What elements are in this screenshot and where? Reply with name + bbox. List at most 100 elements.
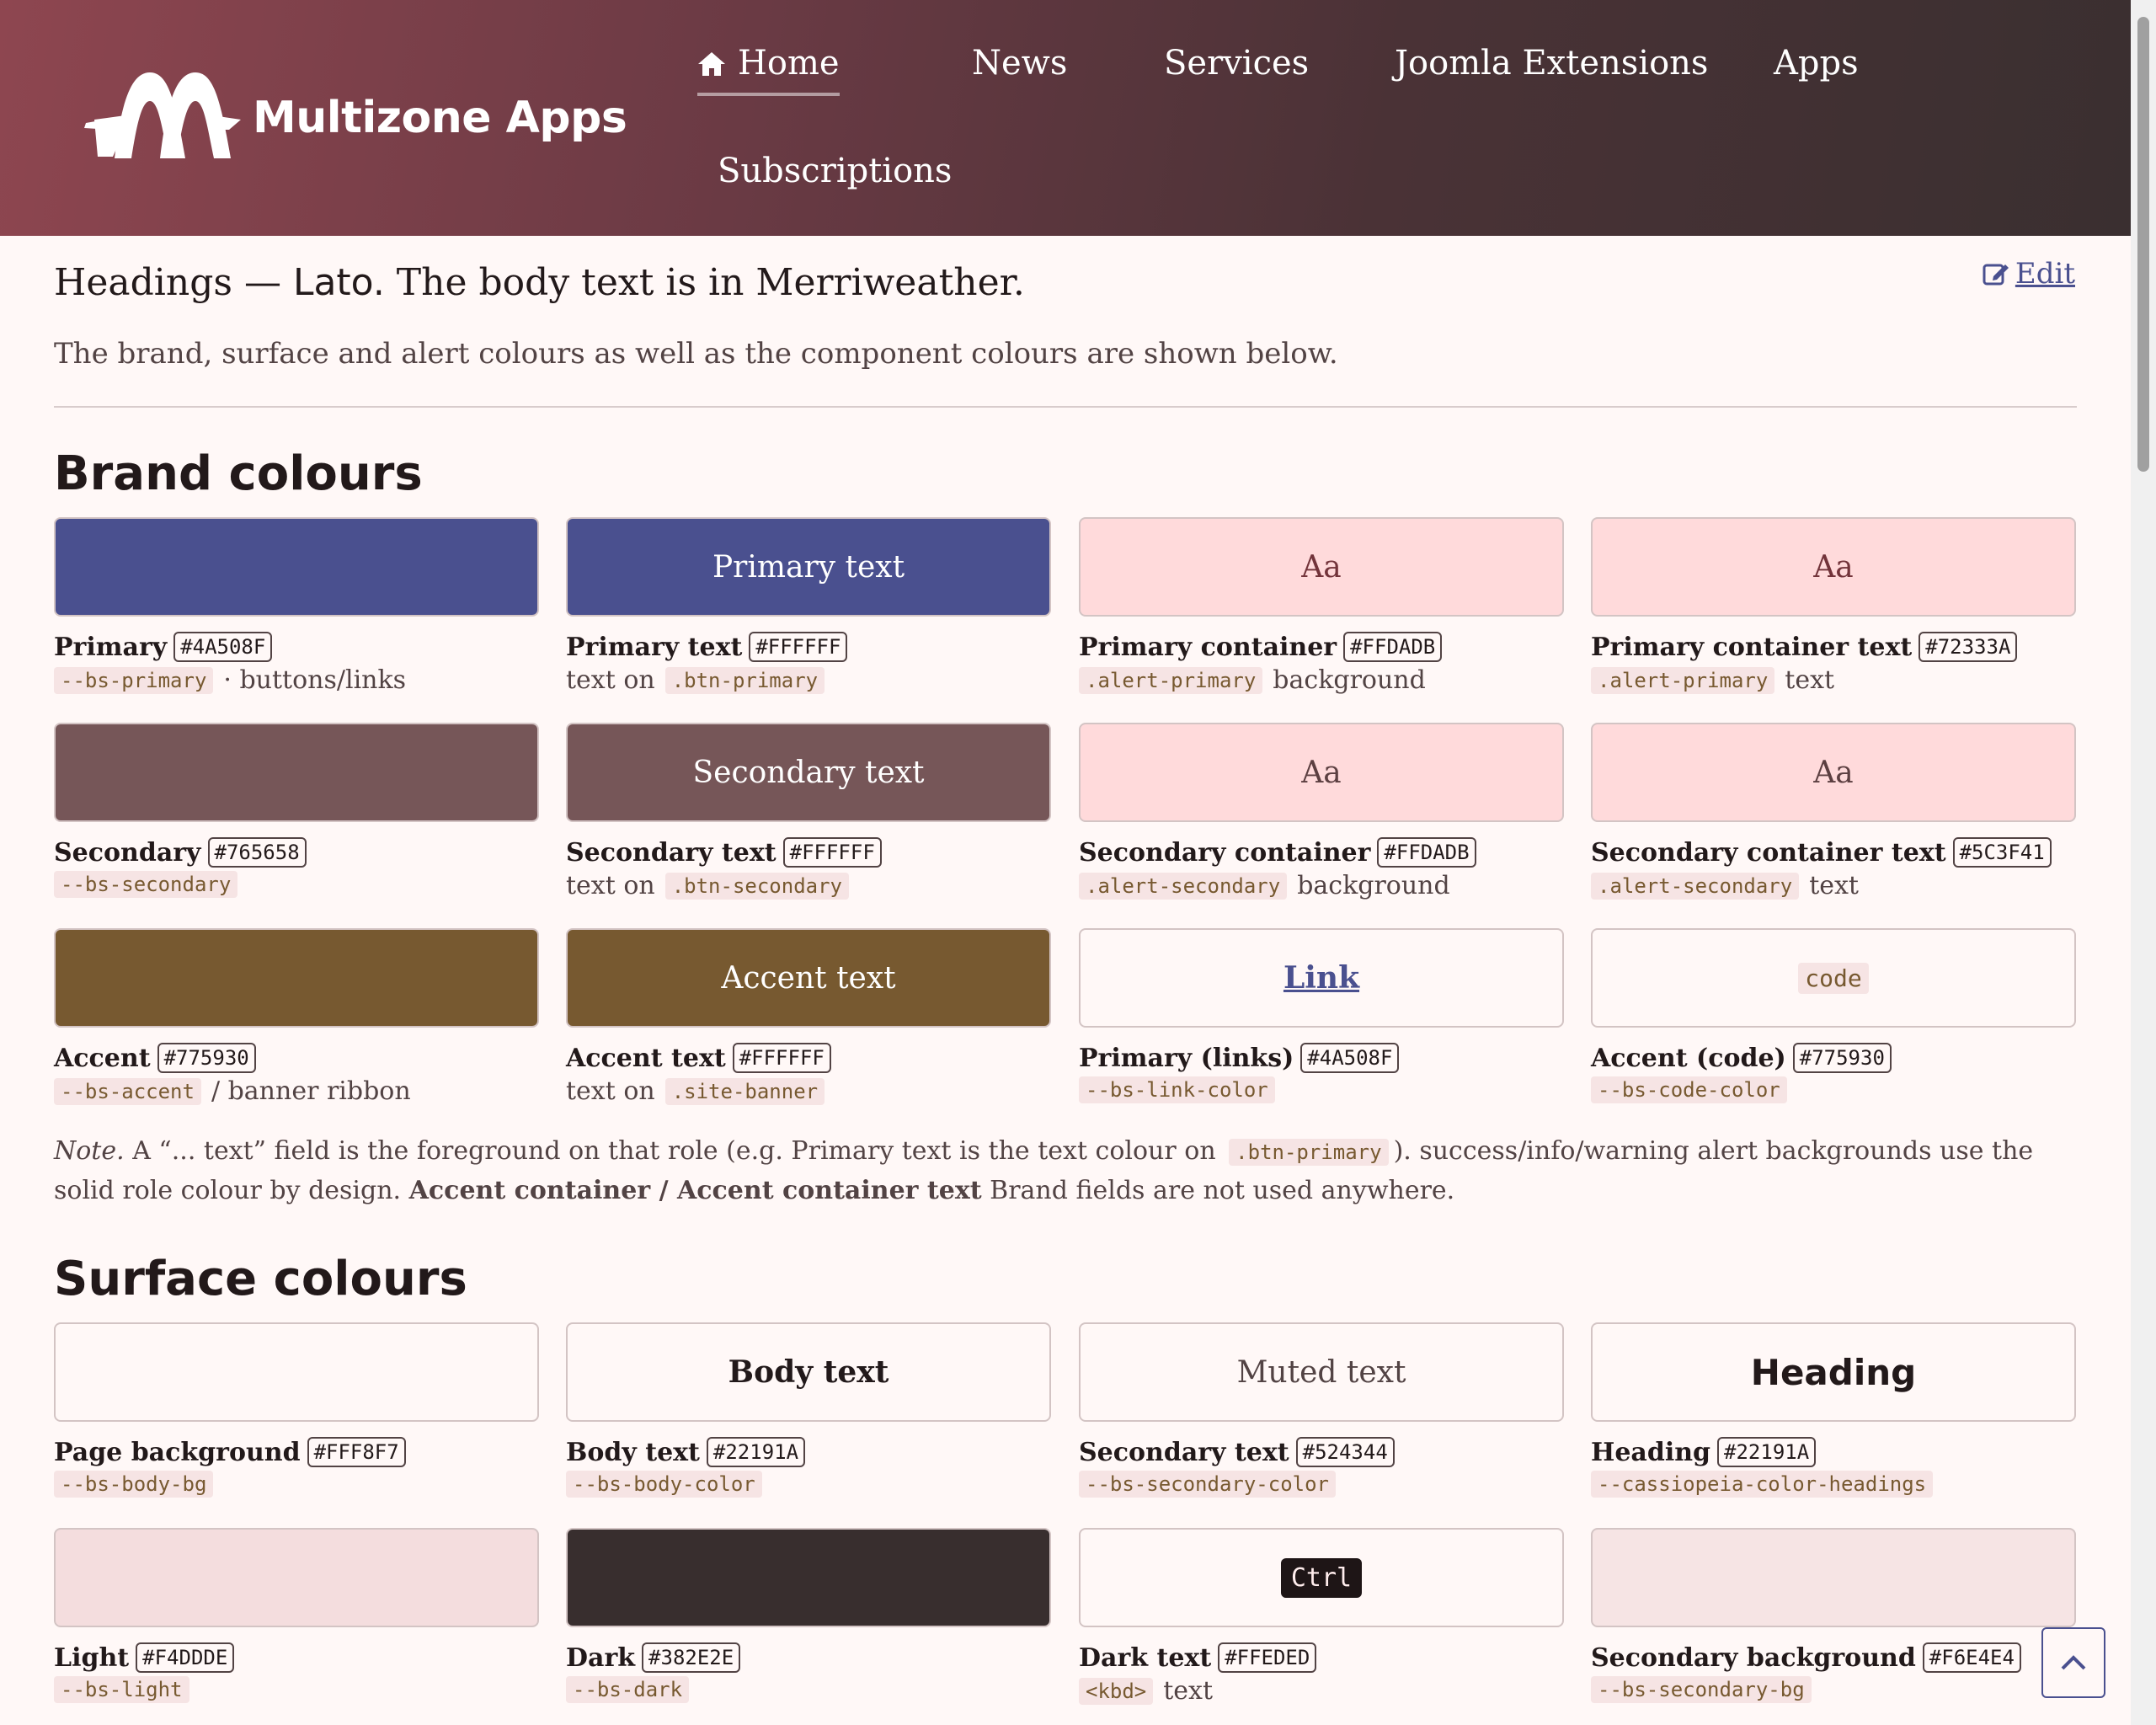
swatch-label: Primary (links) #4A508F xyxy=(1079,1043,1400,1073)
swatch-sample: Heading xyxy=(1750,1351,1917,1393)
hex-badge: #FFDADB xyxy=(1377,837,1476,868)
hex-badge: #22191A xyxy=(1717,1437,1817,1467)
swatch-name: Light xyxy=(54,1642,130,1673)
swatch-sample: Primary text xyxy=(712,549,905,585)
css-token: .alert-secondary xyxy=(1591,872,1800,900)
swatch-name: Accent (code) xyxy=(1591,1043,1786,1073)
swatch-usage: .alert-secondary text xyxy=(1591,871,1859,900)
swatch-usage: --bs-dark xyxy=(566,1676,699,1703)
hex-badge: #5C3F41 xyxy=(1952,837,2052,868)
hex-badge: #F4DDDE xyxy=(136,1642,235,1673)
swatch-name: Primary (links) xyxy=(1079,1043,1294,1073)
swatch-label: Dark text #FFEDED xyxy=(1079,1642,1317,1673)
css-token: --bs-secondary xyxy=(54,871,238,898)
edit-link[interactable]: Edit xyxy=(1982,257,2075,291)
hex-badge: #FFFFFF xyxy=(749,632,848,662)
css-token: --cassiopeia-color-headings xyxy=(1591,1471,1934,1498)
hex-badge: #4A508F xyxy=(173,632,273,662)
css-token: --bs-body-bg xyxy=(54,1471,214,1498)
swatch-accent-code: code xyxy=(1591,928,2076,1028)
swatch-usage: .alert-secondary background xyxy=(1079,871,1450,900)
swatch-name: Primary text xyxy=(566,632,743,662)
swatch-label: Dark #382E2E xyxy=(566,1642,741,1673)
nav-home[interactable]: Home xyxy=(697,44,840,96)
usage-prefix: text on xyxy=(566,1076,655,1106)
nav-news[interactable]: News xyxy=(972,44,1067,83)
hex-badge: #FFEDED xyxy=(1218,1642,1317,1673)
swatch-name: Page background xyxy=(54,1437,301,1467)
swatch-label: Heading #22191A xyxy=(1591,1437,1817,1467)
css-token: <kbd> xyxy=(1079,1677,1154,1705)
nav-apps[interactable]: Apps xyxy=(1774,44,1859,83)
swatch-accent-text: Accent text xyxy=(566,928,1051,1028)
css-token: --bs-accent xyxy=(54,1077,201,1105)
swatch-usage: text on .btn-secondary xyxy=(566,871,859,900)
swatch-secondary-text: Muted text xyxy=(1079,1322,1564,1422)
nav-joomla-extensions[interactable]: Joomla Extensions xyxy=(1395,44,1708,83)
note-bold: Accent container / Accent container text xyxy=(408,1176,982,1205)
swatch-sample: Accent text xyxy=(721,960,896,996)
swatch-sample: Aa xyxy=(1813,755,1854,790)
swatch-sample[interactable]: Link xyxy=(1283,960,1359,996)
swatch-accent xyxy=(54,928,539,1028)
hex-badge: #F6E4E4 xyxy=(1922,1642,2021,1673)
swatch-label: Light #F4DDDE xyxy=(54,1642,235,1673)
nav-subscriptions[interactable]: Subscriptions xyxy=(718,152,952,190)
css-token: .alert-secondary xyxy=(1079,872,1288,900)
swatch-sample: Muted text xyxy=(1236,1354,1406,1390)
note-text-1: A “... text” field is the foreground on … xyxy=(124,1136,1225,1166)
swatch-sample: code xyxy=(1798,962,1869,994)
brand-name: Multizone Apps xyxy=(253,93,627,143)
swatch-usage: --bs-body-bg xyxy=(54,1471,223,1498)
swatch-label: Secondary background #F6E4E4 xyxy=(1591,1642,2021,1673)
hex-badge: #382E2E xyxy=(642,1642,741,1673)
hex-badge: #765658 xyxy=(207,837,307,868)
usage-desc: / banner ribbon xyxy=(211,1076,411,1106)
swatch-name: Dark text xyxy=(1079,1642,1212,1673)
swatch-label: Secondary #765658 xyxy=(54,837,307,868)
swatch-usage: --cassiopeia-color-headings xyxy=(1591,1471,1943,1498)
swatch-name: Body text xyxy=(566,1437,700,1467)
scrollbar-thumb[interactable] xyxy=(2137,17,2149,472)
swatch-sample: Aa xyxy=(1813,549,1854,585)
home-icon xyxy=(698,52,725,76)
page-scrollbar[interactable] xyxy=(2131,0,2156,1725)
hex-badge: #22191A xyxy=(706,1437,806,1467)
swatch-label: Secondary text #524344 xyxy=(1079,1437,1395,1467)
swatch-usage: --bs-code-color xyxy=(1591,1076,1797,1103)
swatch-sample: Aa xyxy=(1301,755,1342,790)
swatch-label: Primary container text #72333A xyxy=(1591,632,2018,662)
swatch-usage: --bs-light xyxy=(54,1676,200,1703)
swatch-label: Primary #4A508F xyxy=(54,632,273,662)
usage-desc: text xyxy=(1163,1676,1214,1706)
swatch-label: Accent #775930 xyxy=(54,1043,256,1073)
nav-services[interactable]: Services xyxy=(1164,44,1309,83)
brand-colours-title: Brand colours xyxy=(54,446,423,501)
swatch-label: Primary text #FFFFFF xyxy=(566,632,848,662)
swatch-secondary-container: Aa xyxy=(1079,723,1564,822)
intro-heading-font: Lato. xyxy=(292,261,385,304)
swatch-primary xyxy=(54,517,539,617)
swatch-secondary-container-text: Aa xyxy=(1591,723,2076,822)
css-token: --bs-light xyxy=(54,1676,189,1703)
swatch-label: Primary container #FFDADB xyxy=(1079,632,1443,662)
swatch-usage: <kbd> text xyxy=(1079,1676,1213,1706)
swatch-sample: Ctrl xyxy=(1280,1557,1363,1598)
hex-badge: #72333A xyxy=(1919,632,2018,662)
swatch-name: Secondary text xyxy=(1079,1437,1289,1467)
usage-desc: background xyxy=(1273,665,1426,695)
site-logo[interactable]: Multizone Apps xyxy=(81,67,627,168)
swatch-sample: Aa xyxy=(1301,549,1342,585)
edit-icon xyxy=(1983,264,2009,286)
hex-badge: #524344 xyxy=(1295,1437,1395,1467)
swatch-name: Secondary background xyxy=(1591,1642,1916,1673)
swatch-name: Heading xyxy=(1591,1437,1711,1467)
swatch-heading: Heading xyxy=(1591,1322,2076,1422)
swatch-secondary-text: Secondary text xyxy=(566,723,1051,822)
swatch-name: Accent xyxy=(54,1043,151,1073)
swatch-name: Primary container xyxy=(1079,632,1337,662)
back-to-top-button[interactable] xyxy=(2041,1627,2105,1698)
css-token: .btn-secondary xyxy=(664,872,849,900)
divider xyxy=(54,406,2077,408)
swatch-page-background xyxy=(54,1322,539,1422)
